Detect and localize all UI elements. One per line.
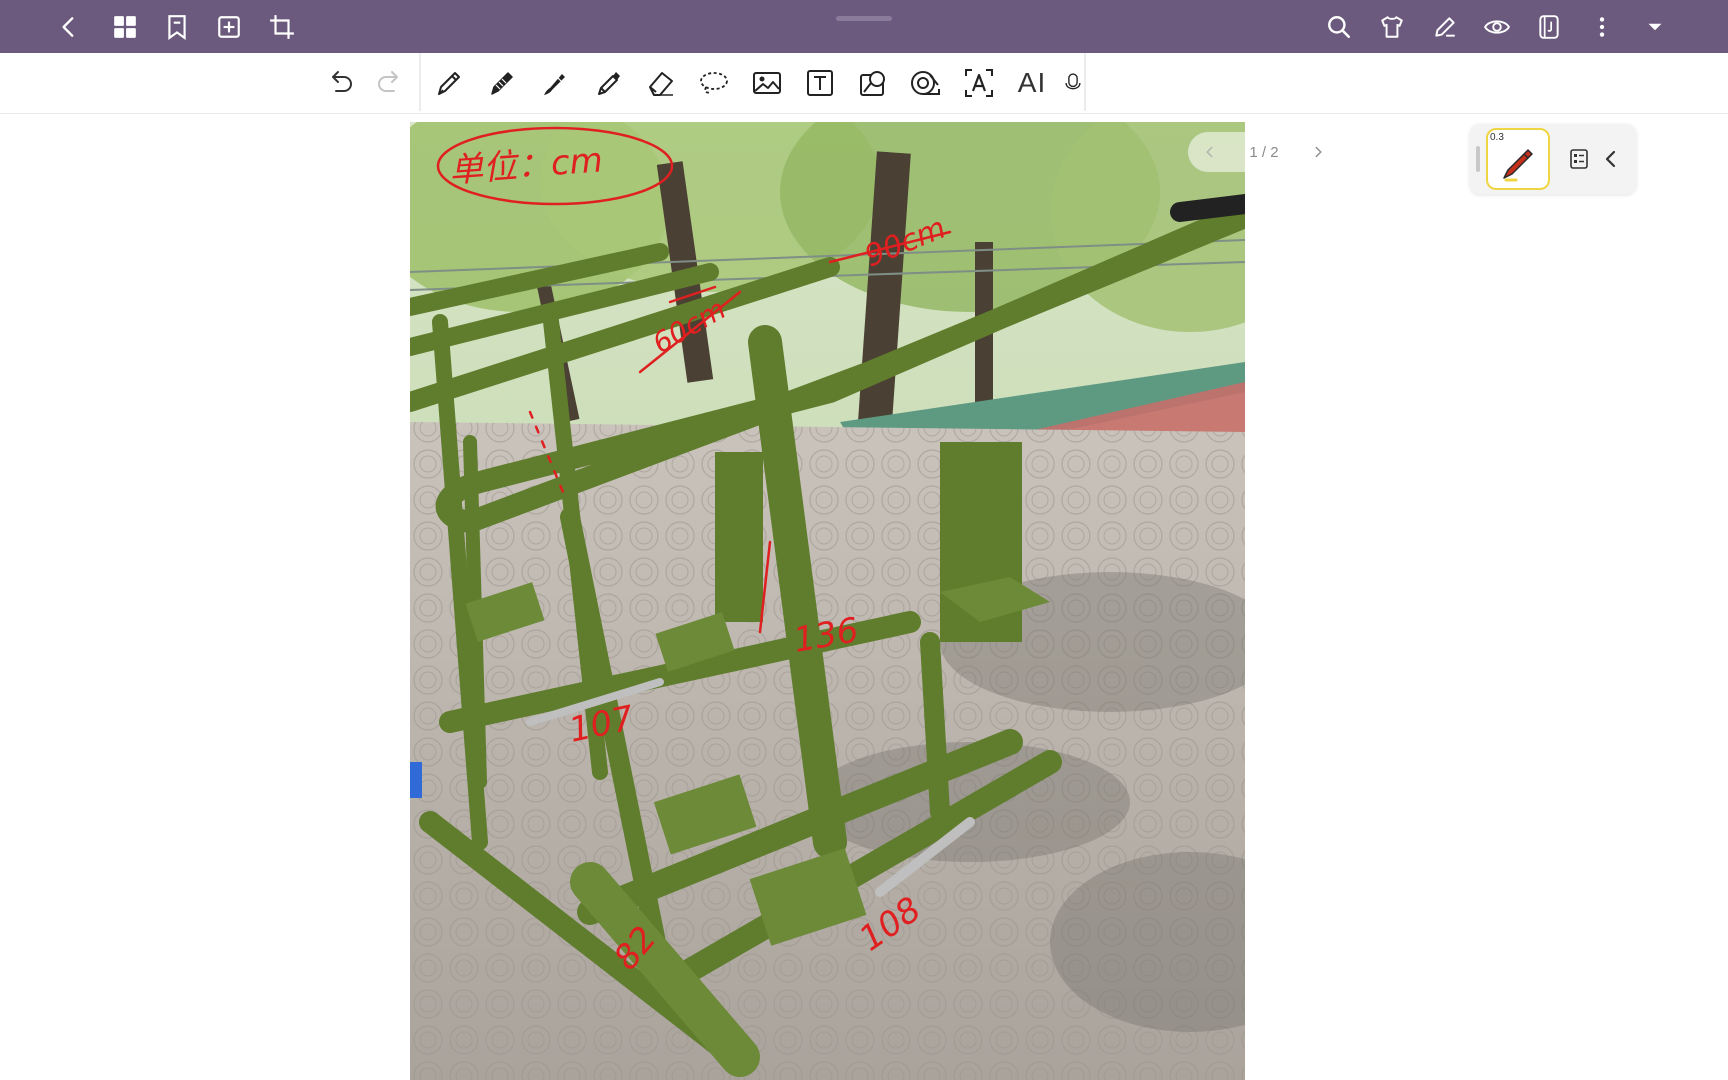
eye-icon[interactable] <box>1478 8 1516 46</box>
page-counter: 1 / 2 <box>1249 143 1279 161</box>
highlighter-icon[interactable] <box>588 63 628 103</box>
microphone-icon[interactable] <box>1062 63 1084 103</box>
blue-object <box>410 762 422 798</box>
shape-icon[interactable] <box>853 63 893 103</box>
lasso-icon[interactable] <box>694 63 734 103</box>
more-vertical-icon[interactable] <box>1583 8 1621 46</box>
brush-pen-icon[interactable] <box>535 63 575 103</box>
add-page-icon[interactable] <box>210 8 248 46</box>
redo-icon[interactable] <box>370 63 410 103</box>
pen-palette: 0.3 <box>1470 124 1636 194</box>
image-icon[interactable] <box>747 63 787 103</box>
pen-edit-icon[interactable] <box>1426 8 1464 46</box>
note-canvas[interactable]: 单位：cm 90cm 60cm 136 107 108 82 <box>0 114 1728 1080</box>
window-grabber[interactable] <box>836 16 892 21</box>
fountain-pen-icon[interactable] <box>429 63 469 103</box>
bookmark-icon[interactable] <box>158 8 196 46</box>
ai-label: AI <box>1017 67 1047 98</box>
page-indicator: 1 / 2 <box>1188 132 1340 172</box>
shirt-icon[interactable] <box>1373 8 1411 46</box>
pen-list-icon[interactable] <box>1568 148 1590 170</box>
photo-svg: 单位：cm 90cm 60cm 136 107 108 82 <box>410 122 1245 1080</box>
toolbar-separator <box>419 53 421 111</box>
text-box-icon[interactable] <box>800 63 840 103</box>
top-app-bar <box>0 0 1728 53</box>
prev-page-icon[interactable] <box>1200 142 1220 162</box>
palette-drag-handle[interactable] <box>1476 146 1480 172</box>
back-arrow-icon[interactable] <box>50 8 88 46</box>
toolbar-separator <box>1084 53 1086 111</box>
undo-icon[interactable] <box>320 63 360 103</box>
active-pen-button[interactable]: 0.3 <box>1486 128 1550 190</box>
grid-icon[interactable] <box>106 8 144 46</box>
notebook-icon[interactable] <box>1530 8 1568 46</box>
eraser-icon[interactable] <box>641 63 681 103</box>
drawing-toolbar: AI <box>0 53 1728 114</box>
pencil-icon[interactable] <box>482 63 522 103</box>
search-icon[interactable] <box>1320 8 1358 46</box>
ai-icon[interactable]: AI <box>1012 63 1052 103</box>
dropdown-icon[interactable] <box>1636 8 1674 46</box>
crop-icon[interactable] <box>263 8 301 46</box>
inserted-photo[interactable]: 单位：cm 90cm 60cm 136 107 108 82 <box>410 122 1245 1080</box>
tape-icon[interactable] <box>906 63 946 103</box>
next-page-icon[interactable] <box>1308 142 1328 162</box>
collapse-chevron-icon[interactable] <box>1600 148 1622 170</box>
text-recognition-icon[interactable] <box>959 63 999 103</box>
pen-size-label: 0.3 <box>1490 132 1504 143</box>
pen-icon <box>1503 149 1533 182</box>
